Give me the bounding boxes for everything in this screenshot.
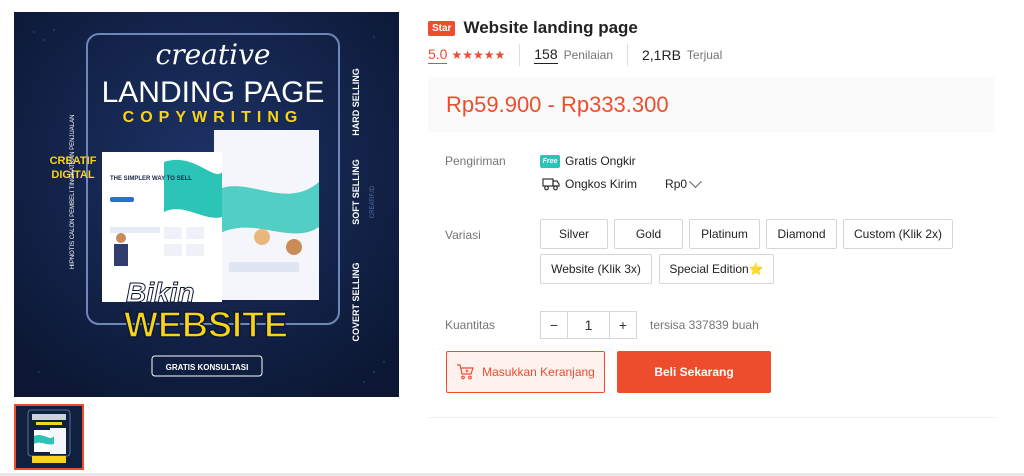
section-divider — [428, 417, 995, 418]
free-shipping: Free Gratis Ongkir — [540, 154, 636, 168]
shipping-cost-dropdown[interactable]: Rp0 — [665, 174, 702, 191]
product-stats: 5.0 ★★★★★ 158 Penilaian 2,1RB Terjual — [428, 44, 722, 66]
product-title: Website landing page — [463, 18, 638, 37]
image-mock-headline: THE SIMPLER WAY TO SELL — [110, 176, 192, 182]
image-left-vertical-2: HIPNOTIS CALON PEMBELI — [70, 190, 76, 269]
product-thumbnail[interactable] — [14, 404, 84, 470]
quantity-stepper: − 1 + — [540, 311, 637, 339]
star-badge: Star — [428, 20, 456, 36]
add-to-cart-label: Masukkan Keranjang — [482, 365, 595, 379]
free-shipping-text: Gratis Ongkir — [565, 154, 636, 168]
rating-value[interactable]: 5.0 — [428, 46, 448, 64]
image-right-site: CREATIF.ID — [370, 185, 376, 218]
quantity-label: Kuantitas — [445, 318, 496, 332]
buy-now-button[interactable]: Beli Sekarang — [617, 351, 771, 393]
image-left-vertical-1: TINGKATKAN PENJUALAN — [70, 115, 76, 190]
stock-remaining: tersisa 337839 buah — [650, 318, 759, 332]
shipping-cost: Ongkos Kirim Rp0 — [542, 174, 702, 191]
product-title-row: Star Website landing page — [428, 18, 638, 38]
image-website: WEBSITE — [124, 304, 288, 345]
quantity-minus-button[interactable]: − — [540, 311, 568, 339]
variant-option-diamond[interactable]: Diamond — [766, 219, 837, 249]
image-landing-title: LANDING PAGE — [102, 76, 325, 109]
variant-option-silver[interactable]: Silver — [540, 219, 608, 249]
shipping-cost-label: Ongkos Kirim — [565, 177, 638, 191]
price-box: Rp59.900 - Rp333.300 — [428, 77, 995, 132]
image-script-title: creative — [156, 38, 271, 71]
free-shipping-icon: Free — [540, 154, 560, 168]
variant-option-custom[interactable]: Custom (Klik 2x) — [843, 219, 953, 249]
sold-count: 2,1RB — [642, 46, 681, 63]
variant-option-platinum[interactable]: Platinum — [689, 219, 760, 249]
truck-icon — [542, 178, 560, 191]
variant-option-website[interactable]: Website (Klik 3x) — [540, 254, 652, 284]
shipping-cost-value: Rp0 — [665, 177, 688, 191]
stats-divider — [627, 44, 628, 66]
add-to-cart-button[interactable]: Masukkan Keranjang — [446, 351, 605, 393]
review-label: Penilaian — [563, 48, 613, 62]
chevron-down-icon — [689, 174, 702, 188]
shipping-label: Pengiriman — [445, 154, 506, 168]
variant-option-gold[interactable]: Gold — [614, 219, 683, 249]
rating-stars-icon: ★★★★★ — [451, 48, 506, 62]
image-right-soft: SOFT SELLING — [351, 159, 361, 225]
quantity-plus-button[interactable]: + — [609, 311, 637, 339]
product-main-image[interactable]: creative LANDING PAGE COPYWRITING CREATI… — [14, 12, 399, 397]
cart-plus-icon — [457, 364, 474, 380]
review-count[interactable]: 158 — [534, 46, 558, 64]
price-range: Rp59.900 - Rp333.300 — [446, 92, 669, 117]
quantity-input[interactable]: 1 — [568, 311, 609, 339]
image-right-covert: COVERT SELLING — [351, 262, 361, 341]
variant-label: Variasi — [445, 228, 481, 242]
sold-label: Terjual — [686, 48, 723, 62]
thumbnail-art — [16, 406, 82, 468]
image-copy-title: COPYWRITING — [123, 109, 304, 126]
stats-divider — [519, 44, 521, 66]
image-right-hard: HARD SELLING — [351, 68, 361, 136]
image-konsultasi: GRATIS KONSULTASI — [166, 363, 249, 372]
variant-option-special-edition[interactable]: Special Edition⭐ — [659, 254, 774, 284]
product-image-art: creative LANDING PAGE COPYWRITING CREATI… — [14, 12, 399, 397]
